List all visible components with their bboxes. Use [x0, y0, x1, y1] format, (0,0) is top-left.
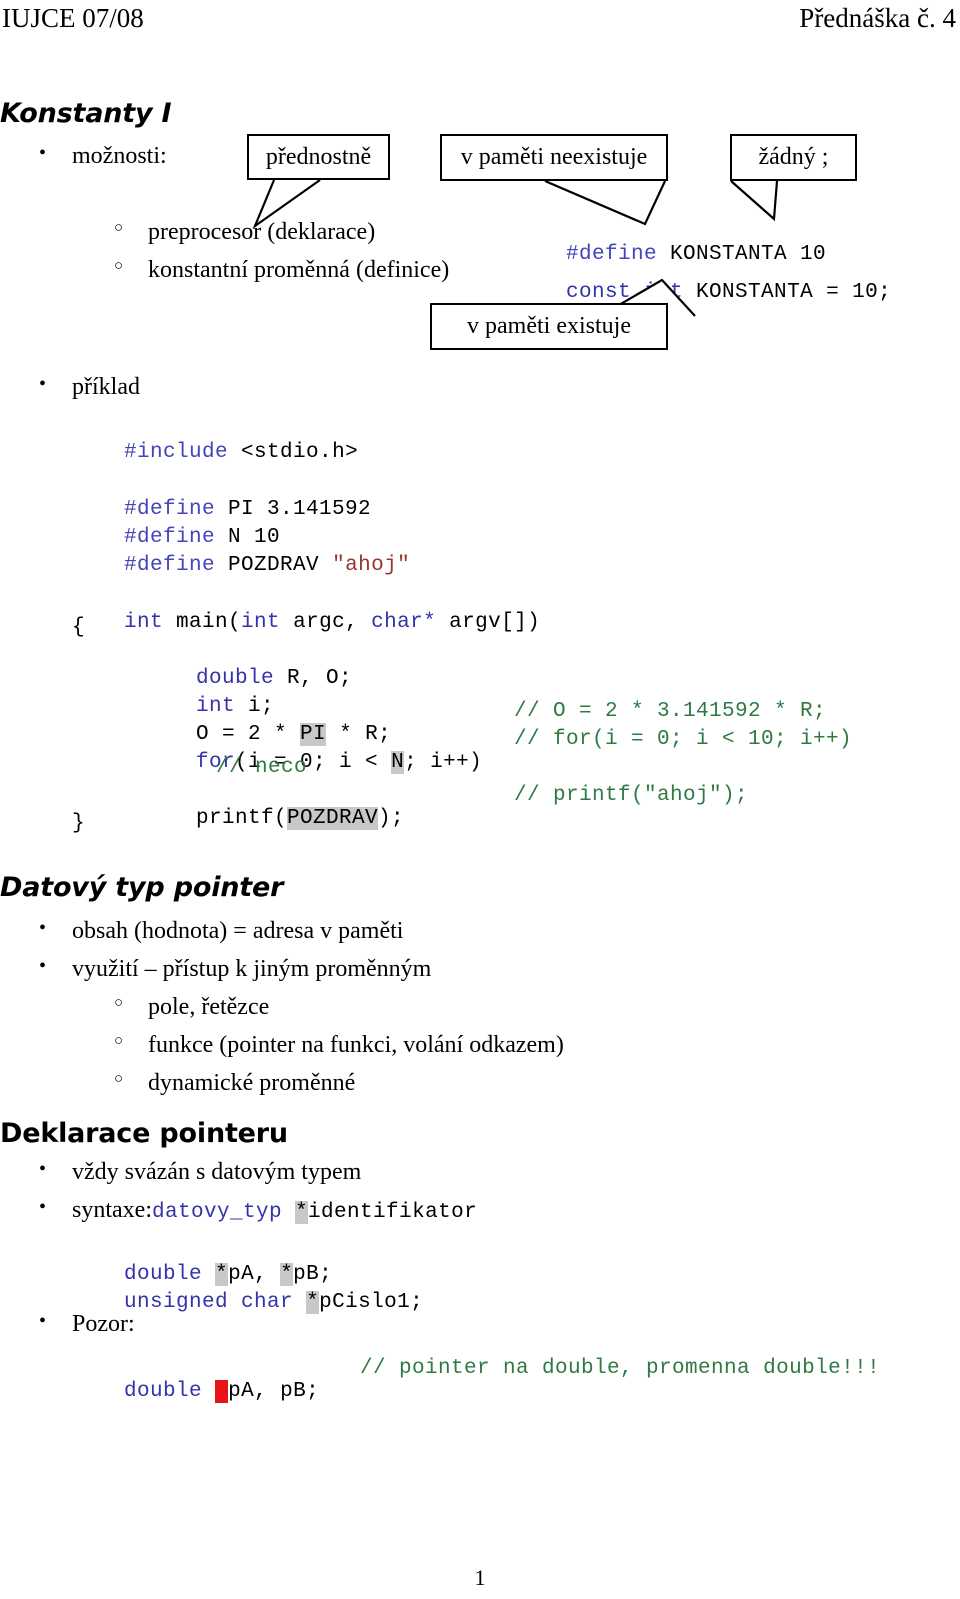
code-comment-o-assign: // O = 2 * 3.141592 * R; [514, 700, 827, 723]
code-define-pozdrav-keyword: #define [124, 554, 216, 577]
bullet-priklad: příklad [39, 373, 140, 402]
code-comment-pozor: // pointer na double, promenna double!!! [360, 1357, 881, 1380]
code-brace-open: { [72, 616, 86, 639]
list-item-funkce-label: funkce (pointer na funkci, volání odkaze… [148, 1032, 564, 1058]
page-number: 1 [474, 1565, 486, 1590]
heading-konstanty: Konstanty I [0, 98, 172, 129]
list-item-pole-retezce-label: pole, řetězce [148, 994, 270, 1020]
code-main-mid2: argc, [280, 611, 372, 634]
code-main-argc-keyword: int [241, 611, 281, 634]
code-pozor-rest: pA, pB; [228, 1380, 320, 1403]
code-for-highlight-n: N [391, 751, 405, 774]
code-define-pozdrav-mid: POZDRAV [215, 554, 333, 577]
code-pozor-star-highlight-red: * [215, 1380, 229, 1403]
code-double-rest: R, O; [274, 667, 353, 690]
syntaxe-code-star: * [295, 1201, 309, 1224]
bullet-vzdy-svazan-label: vždy svázán s datovým typem [72, 1159, 362, 1185]
list-item-konstantni-promenna-label: konstantní proměnná (definice) [148, 257, 450, 283]
list-item-pole-retezce: pole, řetězce [114, 994, 270, 1022]
code-decl-uchar-rest: pCislo1; [319, 1291, 424, 1314]
bullet-obsah-hodnota-label: obsah (hodnota) = adresa v paměti [72, 918, 404, 944]
callout-zadny: žádný ; [730, 134, 857, 181]
bullet-moznosti: možnosti: [39, 142, 167, 171]
code-pozor-decl: double *pA, pB; [72, 1357, 319, 1426]
callout-neexistuje-label: v paměti neexistuje [460, 144, 648, 170]
code-include-rest: <stdio.h> [228, 441, 359, 464]
code-pozor-keyword: double [124, 1380, 203, 1403]
callout-neexistuje-tail [544, 179, 666, 226]
callout-existuje-label: v paměti existuje [467, 313, 631, 339]
heading-deklarace-pointeru: Deklarace pointeru [0, 1118, 288, 1149]
bullet-pozor: Pozor: [39, 1310, 135, 1339]
code-comment-printf-line: // printf("ahoj"); [514, 784, 749, 807]
list-item-funkce: funkce (pointer na funkci, volání odkaze… [114, 1032, 564, 1060]
code-comment-for-line: // for(i = 0; i < 10; i++) [514, 728, 853, 751]
code-printf-pre: printf( [196, 807, 288, 830]
header-right: Přednáška č. 4 [799, 3, 956, 33]
code-comment-neco: // neco [216, 756, 308, 779]
code-main-char-keyword: char* [371, 611, 437, 634]
code-printf-line: printf(POZDRAV); [144, 784, 404, 853]
bullet-pozor-label: Pozor: [72, 1311, 135, 1337]
code-main-int-keyword: int [124, 611, 164, 634]
code-decl-uchar-space [293, 1291, 306, 1314]
list-item-konstantni-promenna: konstantní proměnná (definice) [114, 257, 450, 285]
syntaxe-code-space [282, 1201, 295, 1224]
document-page: IUJCE 07/08 Přednáška č. 4 Konstanty I m… [0, 0, 960, 1599]
code-main-mid3: argv[]) [436, 611, 541, 634]
bullet-vyuziti-label: využití – přístup k jiným proměnným [72, 956, 432, 982]
code-include-keyword: #include [124, 441, 229, 464]
bullet-obsah-hodnota: obsah (hodnota) = adresa v paměti [39, 917, 404, 946]
bullet-moznosti-label: možnosti: [72, 143, 167, 169]
callout-existuje: v paměti existuje [430, 303, 668, 350]
syntaxe-code-rest: identifikator [308, 1201, 478, 1224]
callout-prednostne-tail [252, 179, 321, 230]
syntaxe-code-keyword: datovy_typ [151, 1201, 283, 1224]
code-pozor-space [202, 1380, 215, 1403]
bullet-syntaxe: syntaxe:datovy_typ *identifikator [39, 1196, 478, 1225]
code-printf-post: ); [378, 807, 405, 830]
bullet-priklad-label: příklad [72, 374, 140, 400]
code-printf-highlight-pozdrav: POZDRAV [287, 807, 379, 830]
bullet-syntaxe-label: syntaxe: [72, 1197, 152, 1223]
list-item-dynamicke-promenne: dynamické proměnné [114, 1070, 356, 1098]
callout-neexistuje: v paměti neexistuje [440, 134, 668, 181]
code-define-pozdrav-string: "ahoj" [332, 554, 411, 577]
callout-prednostne-label: přednostně [265, 143, 372, 170]
callout-zadny-tail [730, 180, 779, 222]
callout-prednostne: přednostně [247, 134, 390, 180]
code-brace-close: } [72, 812, 86, 835]
code-decl-uchar-keyword: unsigned char [124, 1291, 294, 1314]
header-left: IUJCE 07/08 [2, 3, 144, 33]
callout-zadny-label: žádný ; [758, 144, 829, 170]
code-main-mid1: main( [163, 611, 242, 634]
list-item-dynamicke-promenne-label: dynamické proměnné [148, 1070, 356, 1096]
heading-datovy-typ-pointer: Datový typ pointer [0, 872, 284, 903]
bullet-vzdy-svazan: vždy svázán s datovým typem [39, 1158, 362, 1187]
code-for-post: ; i++) [404, 751, 483, 774]
code-decl-uchar-star: * [306, 1291, 320, 1314]
bullet-vyuziti: využití – přístup k jiným proměnným [39, 955, 432, 984]
